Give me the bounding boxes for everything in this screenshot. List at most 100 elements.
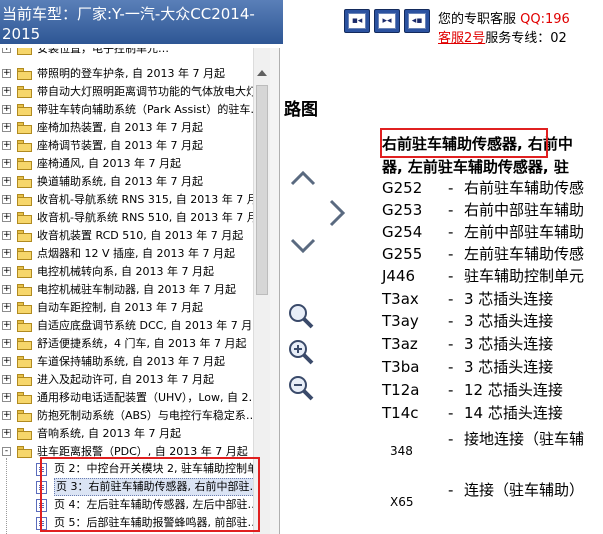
page-icon (36, 517, 47, 530)
service-agent-link[interactable]: 客服2号 (438, 31, 485, 46)
tree-item[interactable]: + 进入及起动许可, 自 2013 年 7 月起 (0, 371, 269, 389)
tree-item[interactable]: + 安装位置，电子控制单元… (0, 48, 269, 58)
expand-icon[interactable]: + (2, 48, 11, 53)
tree-page-item[interactable]: 页 5：后部驻车辅助报警蜂鸣器, 前部驻… (0, 514, 269, 532)
expand-icon[interactable]: + (2, 357, 11, 366)
expand-icon[interactable]: + (2, 141, 11, 150)
legend-dash: - (448, 223, 454, 241)
expand-icon[interactable]: + (2, 303, 11, 312)
next-page-icon[interactable] (327, 198, 347, 228)
tree-page-label: 页 4：左后驻车辅助传感器, 左后中部驻… (54, 498, 259, 511)
expand-icon[interactable]: + (2, 267, 11, 276)
tree-item-label: 电控机械驻车制动器, 自 2013 年 7 月起 (37, 283, 236, 296)
legend-code: T3ax (382, 290, 419, 308)
tree-item-label: 座椅调节装置, 自 2013 年 7 月起 (37, 139, 203, 152)
tree-item-label: 点烟器和 12 V 插座, 自 2013 年 7 月起 (37, 247, 235, 260)
expand-icon[interactable]: + (2, 321, 11, 330)
legend-code: G252 (382, 179, 423, 197)
tree-item[interactable]: + 舒适便捷系统，4 门车, 自 2013 年 7 月起 (0, 335, 269, 353)
folder-icon (17, 158, 32, 170)
expand-icon[interactable]: + (2, 285, 11, 294)
legend-description: 14 芯插头连接 (464, 404, 563, 422)
tree-item[interactable]: + 自适应底盘调节系统 DCC, 自 2013 年 7 月… (0, 317, 269, 335)
tree-item[interactable]: + 点烟器和 12 V 插座, 自 2013 年 7 月起 (0, 245, 269, 263)
tree-item[interactable]: + 座椅通风, 自 2013 年 7 月起 (0, 155, 269, 173)
zoom-in-icon[interactable] (287, 338, 315, 366)
folder-icon (17, 140, 32, 152)
tree-item[interactable]: + 座椅加热装置, 自 2013 年 7 月起 (0, 119, 269, 137)
expand-icon[interactable]: + (2, 375, 11, 384)
legend-code: X65 (390, 495, 414, 509)
folder-icon (17, 428, 32, 440)
zoom-fit-icon[interactable] (287, 302, 315, 330)
expand-icon[interactable]: + (2, 249, 11, 258)
tree-page-item[interactable]: 页 2：中控台开关模块 2, 驻车辅助控制单… (0, 460, 269, 478)
tree-item[interactable]: + 收音机-导航系统 RNS 510, 自 2013 年 7 月… (0, 209, 269, 227)
prev-page-button[interactable]: ▪◂ (344, 9, 370, 33)
legend-dash: - (448, 481, 454, 499)
legend-dash: - (448, 335, 454, 353)
tree-item-label: 进入及起动许可, 自 2013 年 7 月起 (37, 373, 214, 386)
page-icon (36, 463, 47, 476)
tree-item[interactable]: + 防抱死制动系统（ABS）与电控行车稳定系… (0, 407, 269, 425)
tree-item[interactable]: + 带自动大灯照明距离调节功能的气体放电大灯… (0, 83, 269, 101)
expand-icon[interactable]: + (2, 213, 11, 222)
folder-icon (17, 446, 32, 458)
scroll-up-icon[interactable] (289, 168, 317, 188)
scroll-up-arrow-icon[interactable] (257, 70, 267, 76)
scroll-down-icon[interactable] (289, 236, 317, 256)
folder-icon (17, 338, 32, 350)
tree-item-label: 带自动大灯照明距离调节功能的气体放电大灯… (37, 85, 268, 98)
folder-icon (17, 194, 32, 206)
tree-item[interactable]: - 驻车距离报警（PDC）, 自 2013 年 7 月起 (0, 443, 269, 461)
scrollbar-thumb[interactable] (256, 85, 268, 295)
tree-item[interactable]: + 自动车距控制, 自 2013 年 7 月起 (0, 299, 269, 317)
folder-icon (17, 230, 32, 242)
expand-icon[interactable]: + (2, 393, 11, 402)
legend-code: T3ba (382, 358, 420, 376)
expand-icon[interactable]: + (2, 411, 11, 420)
expand-icon[interactable]: + (2, 69, 11, 78)
tree-item[interactable]: + 带驻车转向辅助系统（Park Assist）的驻车… (0, 101, 269, 119)
next-page-button[interactable]: ◂▪ (404, 9, 430, 33)
tree-item[interactable]: + 带照明的登车护条, 自 2013 年 7 月起 (0, 65, 269, 83)
tree-item-label: 通用移动电话适配装置（UHV），Low, 自 2… (37, 391, 260, 404)
tree-item[interactable]: + 电控机械转向系, 自 2013 年 7 月起 (0, 263, 269, 281)
expand-icon[interactable]: + (2, 429, 11, 438)
panel-splitter[interactable] (270, 48, 280, 534)
folder-icon (17, 392, 32, 404)
tree-item[interactable]: + 音响系统, 自 2013 年 7 月起 (0, 425, 269, 443)
folder-icon (17, 176, 32, 188)
folder-icon (17, 248, 32, 260)
legend-dash: - (448, 358, 454, 376)
zoom-out-icon[interactable] (287, 374, 315, 402)
expand-icon[interactable]: + (2, 123, 11, 132)
expand-icon[interactable]: + (2, 339, 11, 348)
folder-icon (17, 356, 32, 368)
expand-icon[interactable]: + (2, 87, 11, 96)
tree-page-item[interactable]: 页 4：左后驻车辅助传感器, 左后中部驻… (0, 496, 269, 514)
document-view: 路图 右前驻车辅助传感器, 右前中 器, 左前驻车辅助传感器, 驻 G252- 右… (281, 48, 603, 534)
tree-scrollbar[interactable] (253, 48, 270, 534)
tree-item[interactable]: + 收音机装置 RCD 510, 自 2013 年 7 月起 (0, 227, 269, 245)
expand-icon[interactable]: + (2, 231, 11, 240)
tree-item[interactable]: + 座椅调节装置, 自 2013 年 7 月起 (0, 137, 269, 155)
expand-icon[interactable]: + (2, 105, 11, 114)
service-qq-link[interactable]: QQ:196 (520, 12, 570, 27)
expand-icon[interactable]: + (2, 195, 11, 204)
legend-dash: - (448, 404, 454, 422)
tree-item[interactable]: + 电控机械驻车制动器, 自 2013 年 7 月起 (0, 281, 269, 299)
collapse-icon[interactable]: - (2, 447, 11, 456)
tree-page-item[interactable]: 页 3：右前驻车辅助传感器, 右前中部驻… (0, 478, 269, 496)
tree-item[interactable]: + 通用移动电话适配装置（UHV），Low, 自 2… (0, 389, 269, 407)
tree-item[interactable]: + 车道保持辅助系统, 自 2013 年 7 月起 (0, 353, 269, 371)
folder-icon (17, 284, 32, 296)
tree-item[interactable]: + 收音机-导航系统 RNS 315, 自 2013 年 7 月… (0, 191, 269, 209)
diagram-title-line2: 器, 左前驻车辅助传感器, 驻 (382, 158, 569, 176)
expand-icon[interactable]: + (2, 177, 11, 186)
folder-icon (17, 320, 32, 332)
tree-item[interactable]: + 换道辅助系统, 自 2013 年 7 月起 (0, 173, 269, 191)
legend-description: 12 芯插头连接 (464, 381, 563, 399)
fit-page-button[interactable]: ▸◂ (374, 9, 400, 33)
expand-icon[interactable]: + (2, 159, 11, 168)
